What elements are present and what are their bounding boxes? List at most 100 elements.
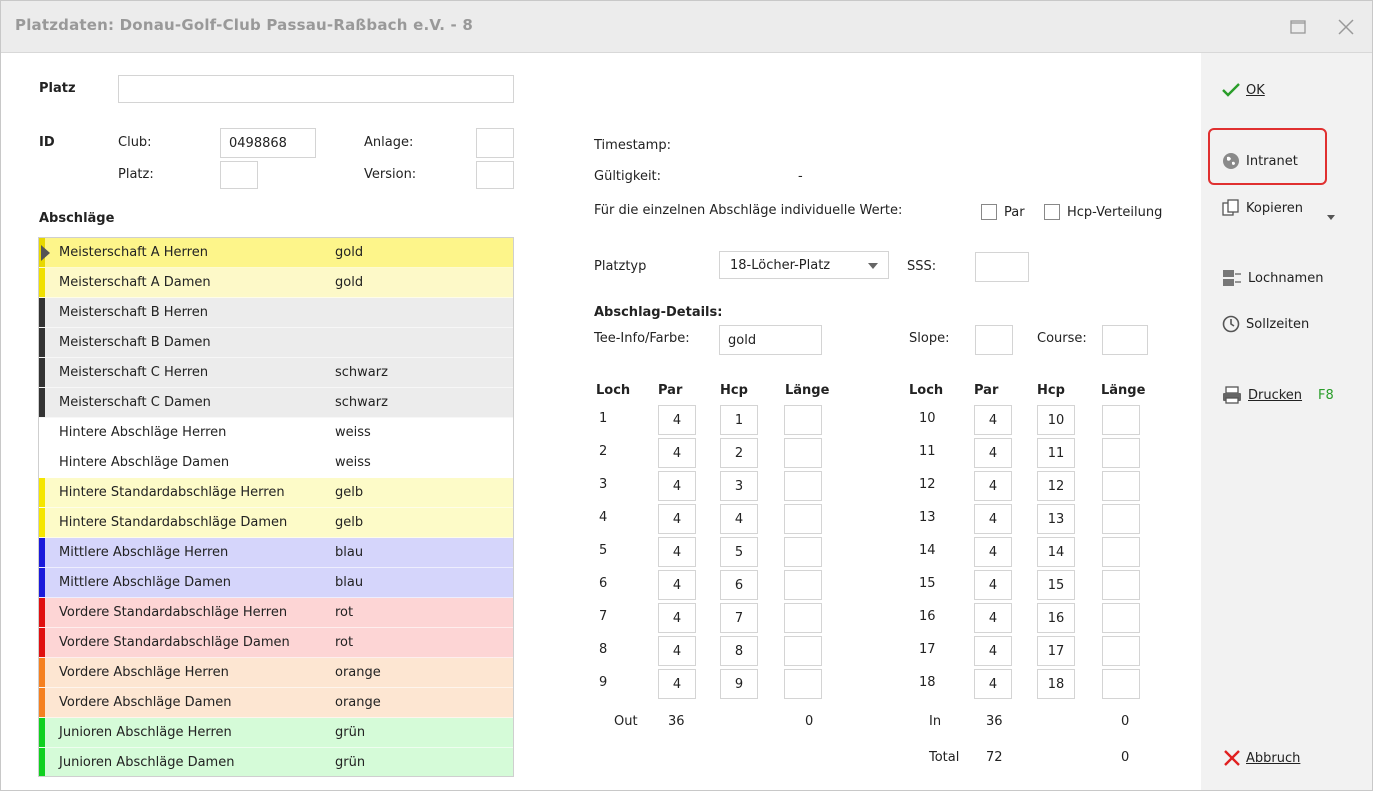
par-input[interactable]: 4	[658, 570, 696, 600]
lochnamen-button[interactable]: Lochnamen	[1221, 268, 1323, 288]
hcp-input[interactable]: 13	[1037, 504, 1075, 534]
laenge-input[interactable]	[784, 636, 822, 666]
hcp-input[interactable]: 18	[1037, 669, 1075, 699]
par-input[interactable]: 4	[658, 438, 696, 468]
tee-row[interactable]: Meisterschaft B Damen	[39, 328, 513, 358]
club-input[interactable]: 0498868	[220, 128, 316, 158]
hcp-input[interactable]: 16	[1037, 603, 1075, 633]
laenge-input[interactable]	[784, 504, 822, 534]
tee-row[interactable]: Vordere Standardabschläge Herren rot	[39, 598, 513, 628]
kopieren-dropdown-icon[interactable]	[1327, 215, 1335, 220]
par-input[interactable]: 4	[974, 570, 1012, 600]
platz-label: Platz	[39, 81, 76, 96]
laenge-input[interactable]	[784, 537, 822, 567]
par-input[interactable]: 4	[974, 636, 1012, 666]
intranet-button[interactable]: Intranet	[1221, 151, 1298, 171]
tee-row[interactable]: Meisterschaft C Herren schwarz	[39, 358, 513, 388]
hcp-input[interactable]: 9	[720, 669, 758, 699]
platztyp-label: Platztyp	[594, 259, 647, 274]
par-input[interactable]: 4	[658, 537, 696, 567]
par-checkbox[interactable]	[981, 204, 997, 220]
abbruch-button[interactable]: Abbruch	[1223, 749, 1300, 767]
laenge-input[interactable]	[784, 405, 822, 435]
par-input[interactable]: 4	[658, 603, 696, 633]
tee-list[interactable]: Meisterschaft A Herren gold Meisterschaft …	[38, 237, 514, 777]
hcp-input[interactable]: 11	[1037, 438, 1075, 468]
hcp-input[interactable]: 7	[720, 603, 758, 633]
par-input[interactable]: 4	[658, 471, 696, 501]
tee-color-stripe	[39, 328, 45, 357]
laenge-input[interactable]	[1102, 570, 1140, 600]
par-input[interactable]: 4	[974, 603, 1012, 633]
ok-button[interactable]: OK	[1221, 81, 1265, 99]
hcp-input[interactable]: 6	[720, 570, 758, 600]
tee-row[interactable]: Hintere Standardabschläge Damen gelb	[39, 508, 513, 538]
hcp-input[interactable]: 2	[720, 438, 758, 468]
laenge-input[interactable]	[1102, 405, 1140, 435]
hcp-input[interactable]: 8	[720, 636, 758, 666]
laenge-input[interactable]	[1102, 438, 1140, 468]
kopieren-button[interactable]: Kopieren	[1221, 198, 1303, 218]
platz-input[interactable]	[118, 75, 514, 103]
laenge-input[interactable]	[1102, 471, 1140, 501]
par-input[interactable]: 4	[658, 405, 696, 435]
tee-row[interactable]: Mittlere Abschläge Herren blau	[39, 538, 513, 568]
tee-row[interactable]: Mittlere Abschläge Damen blau	[39, 568, 513, 598]
sss-input[interactable]	[975, 252, 1029, 282]
laenge-input[interactable]	[1102, 669, 1140, 699]
tee-row[interactable]: Meisterschaft C Damen schwarz	[39, 388, 513, 418]
platz-id-input[interactable]	[220, 161, 258, 189]
tee-row[interactable]: Vordere Abschläge Herren orange	[39, 658, 513, 688]
par-input[interactable]: 4	[974, 669, 1012, 699]
laenge-input[interactable]	[1102, 603, 1140, 633]
teeinfo-input[interactable]: gold	[719, 325, 822, 355]
sollzeiten-button[interactable]: Sollzeiten	[1221, 314, 1309, 334]
window-title: Platzdaten: Donau-Golf-Club Passau-Raßba…	[15, 16, 474, 34]
laenge-input[interactable]	[784, 570, 822, 600]
tee-row[interactable]: Hintere Abschläge Damen weiss	[39, 448, 513, 478]
tee-row[interactable]: Junioren Abschläge Herren grün	[39, 718, 513, 748]
hcp-input[interactable]: 3	[720, 471, 758, 501]
laenge-input[interactable]	[1102, 537, 1140, 567]
tee-row[interactable]: Meisterschaft A Damen gold	[39, 268, 513, 298]
close-icon[interactable]	[1334, 15, 1358, 39]
tee-row[interactable]: Meisterschaft B Herren	[39, 298, 513, 328]
hcp-input[interactable]: 15	[1037, 570, 1075, 600]
hcp-input[interactable]: 4	[720, 504, 758, 534]
hcp-input[interactable]: 1	[720, 405, 758, 435]
hcp-verteilung-checkbox[interactable]	[1044, 204, 1060, 220]
drucken-button[interactable]: Drucken F8	[1221, 385, 1334, 405]
par-input[interactable]: 4	[658, 504, 696, 534]
hcp-input[interactable]: 17	[1037, 636, 1075, 666]
hcp-input[interactable]: 14	[1037, 537, 1075, 567]
par-input[interactable]: 4	[974, 438, 1012, 468]
par-input[interactable]: 4	[974, 405, 1012, 435]
anlage-input[interactable]	[476, 128, 514, 158]
laenge-input[interactable]	[1102, 636, 1140, 666]
laenge-input[interactable]	[784, 603, 822, 633]
tee-row[interactable]: Hintere Abschläge Herren weiss	[39, 418, 513, 448]
laenge-input[interactable]	[784, 471, 822, 501]
hcp-input[interactable]: 10	[1037, 405, 1075, 435]
slope-input[interactable]	[975, 325, 1013, 355]
laenge-input[interactable]	[784, 438, 822, 468]
par-input[interactable]: 4	[974, 537, 1012, 567]
tee-color-name: gelb	[335, 515, 364, 530]
hcp-input[interactable]: 12	[1037, 471, 1075, 501]
par-input[interactable]: 4	[658, 669, 696, 699]
tee-row[interactable]: Junioren Abschläge Damen grün	[39, 748, 513, 776]
tee-row[interactable]: Vordere Abschläge Damen orange	[39, 688, 513, 718]
par-input[interactable]: 4	[974, 504, 1012, 534]
hcp-input[interactable]: 5	[720, 537, 758, 567]
course-input[interactable]	[1102, 325, 1148, 355]
laenge-input[interactable]	[784, 669, 822, 699]
laenge-input[interactable]	[1102, 504, 1140, 534]
par-input[interactable]: 4	[974, 471, 1012, 501]
version-input[interactable]	[476, 161, 514, 189]
tee-row[interactable]: Hintere Standardabschläge Herren gelb	[39, 478, 513, 508]
maximize-icon[interactable]	[1286, 15, 1310, 39]
par-input[interactable]: 4	[658, 636, 696, 666]
platztyp-select[interactable]: 18-Löcher-Platz	[719, 251, 889, 279]
tee-row[interactable]: Vordere Standardabschläge Damen rot	[39, 628, 513, 658]
tee-row[interactable]: Meisterschaft A Herren gold	[39, 238, 513, 268]
